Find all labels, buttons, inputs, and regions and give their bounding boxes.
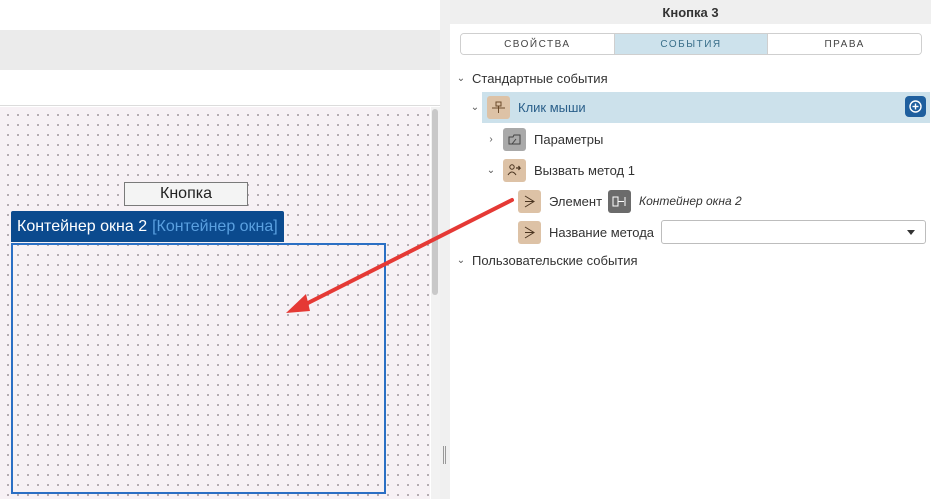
panel-title: Кнопка 3	[450, 0, 931, 24]
screen: Кнопка Контейнер окна 2 [Контейнер окна]…	[0, 0, 931, 499]
button-widget-label: Кнопка	[160, 185, 212, 202]
button-widget[interactable]: Кнопка	[124, 182, 248, 206]
tree-parameters[interactable]: › Параметры	[484, 125, 603, 153]
properties-panel: Кнопка 3 СВОЙСТВА СОБЫТИЯ ПРАВА ⌄ Станда…	[450, 0, 931, 499]
container-element-icon	[608, 189, 632, 213]
tree-standard-events[interactable]: ⌄ Стандартные события	[454, 64, 608, 92]
designer-pane: Кнопка Контейнер окна 2 [Контейнер окна]	[0, 0, 440, 499]
tree-method-name-param: Название метода	[518, 218, 654, 246]
parameter-icon	[518, 220, 541, 244]
tree-label: Элемент	[549, 193, 603, 209]
container-type: [Контейнер окна]	[152, 217, 278, 235]
panel-tabs: СВОЙСТВА СОБЫТИЯ ПРАВА	[460, 33, 922, 55]
scrollbar-thumb[interactable]	[432, 109, 438, 295]
designer-ruler	[0, 70, 440, 106]
add-action-button[interactable]	[905, 96, 926, 117]
designer-top-strip	[0, 0, 440, 30]
container-name: Контейнер окна 2	[17, 217, 148, 235]
chevron-down-icon[interactable]: ⌄	[484, 165, 498, 176]
container-header[interactable]: Контейнер окна 2 [Контейнер окна]	[11, 211, 284, 242]
tab-events[interactable]: СОБЫТИЯ	[614, 34, 769, 54]
tree-label: Название метода	[549, 224, 655, 240]
method-name-select[interactable]	[661, 220, 926, 244]
designer-toolbar	[0, 30, 440, 70]
tree-element-param[interactable]: Элемент Контейнер окна 2	[518, 187, 742, 215]
tab-rights[interactable]: ПРАВА	[768, 34, 921, 54]
element-value[interactable]: Контейнер окна 2	[639, 194, 742, 208]
mouse-click-event-icon	[487, 95, 510, 119]
parameter-icon	[518, 189, 541, 213]
tree-label: Пользовательские события	[472, 252, 638, 268]
call-method-icon	[503, 158, 526, 182]
plus-circle-icon	[909, 100, 922, 113]
window-container-widget[interactable]	[11, 243, 386, 494]
chevron-down-icon[interactable]: ⌄	[454, 73, 468, 84]
tree-user-events[interactable]: ⌄ Пользовательские события	[454, 246, 638, 274]
pane-splitter[interactable]	[440, 0, 450, 499]
splitter-grip-icon[interactable]	[443, 446, 446, 464]
caret-down-icon[interactable]	[907, 230, 915, 235]
tree-call-method[interactable]: ⌄ Вызвать метод 1	[484, 156, 635, 184]
canvas-vertical-scrollbar[interactable]	[431, 107, 440, 499]
tree-label: Параметры	[534, 131, 604, 147]
tree-label: Клик мыши	[518, 99, 586, 115]
tree-label: Стандартные события	[472, 70, 608, 86]
chevron-down-icon[interactable]: ⌄	[454, 255, 468, 266]
tree-label: Вызвать метод 1	[534, 162, 635, 178]
chevron-down-icon[interactable]: ⌄	[468, 102, 482, 113]
tab-properties[interactable]: СВОЙСТВА	[461, 34, 615, 54]
chevron-right-icon[interactable]: ›	[484, 134, 498, 145]
parameters-icon	[503, 127, 526, 151]
tree-mouse-click[interactable]: ⌄ Клик мыши	[468, 93, 586, 121]
